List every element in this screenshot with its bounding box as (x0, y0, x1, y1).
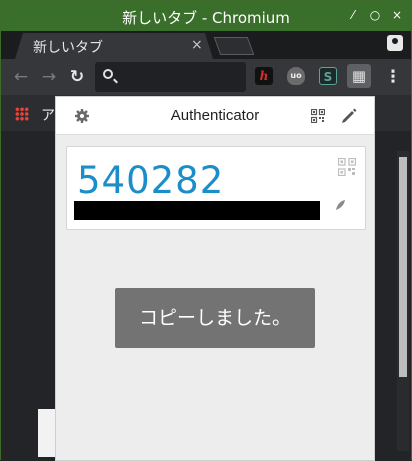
new-tab-button[interactable] (213, 37, 255, 55)
popup-header: Authenticator (56, 97, 374, 135)
tab-label: 新しいタブ (33, 40, 103, 56)
maximize-button[interactable]: ○ (367, 7, 383, 23)
tab-strip: 新しいタブ × (1, 31, 411, 59)
page-scrollbar[interactable] (397, 151, 409, 451)
s-extension-icon[interactable]: S (319, 67, 337, 85)
edit-pencil-icon[interactable] (340, 107, 358, 125)
address-bar[interactable] (95, 62, 246, 92)
redacted-account-name (74, 201, 320, 220)
qr-scan-icon[interactable] (311, 109, 325, 123)
forward-button[interactable]: → (39, 67, 59, 87)
ublock-extension-icon[interactable]: uo (287, 67, 305, 85)
reload-button[interactable]: ↻ (67, 67, 87, 87)
close-window-button[interactable]: × (389, 7, 405, 23)
copied-toast: コピーしました。 (115, 288, 315, 348)
authenticator-extension-icon[interactable]: ▦ (347, 64, 371, 88)
popup-title: Authenticator (170, 107, 260, 124)
chrome-menu-button[interactable]: ⋮ (383, 67, 403, 87)
toolbar: ← → ↻ h uo S ▦ ⋮ (1, 59, 411, 95)
show-qr-icon[interactable] (338, 158, 356, 176)
apps-label[interactable]: ア (41, 105, 55, 125)
otp-code[interactable]: 540282 (77, 159, 224, 202)
pin-icon[interactable] (334, 199, 346, 211)
h-extension-icon[interactable]: h (255, 67, 273, 85)
scrollbar-thumb[interactable] (399, 157, 407, 377)
minimize-button[interactable]: ⁄ (345, 7, 361, 23)
search-icon (103, 69, 113, 79)
back-button[interactable]: ← (11, 67, 31, 87)
profile-icon[interactable] (387, 35, 403, 51)
authenticator-popup: Authenticator 540282 コピーしました。 (55, 96, 375, 461)
title-bar: 新しいタブ - Chromium ⁄ ○ × (1, 1, 411, 31)
account-entry[interactable]: 540282 (66, 146, 366, 230)
tab-close-icon[interactable]: × (191, 37, 203, 53)
tab-new-tab[interactable]: 新しいタブ × (15, 33, 213, 59)
browser-window: 新しいタブ - Chromium ⁄ ○ × 新しいタブ × ← → ↻ h u… (0, 0, 412, 461)
apps-icon[interactable] (15, 107, 29, 121)
